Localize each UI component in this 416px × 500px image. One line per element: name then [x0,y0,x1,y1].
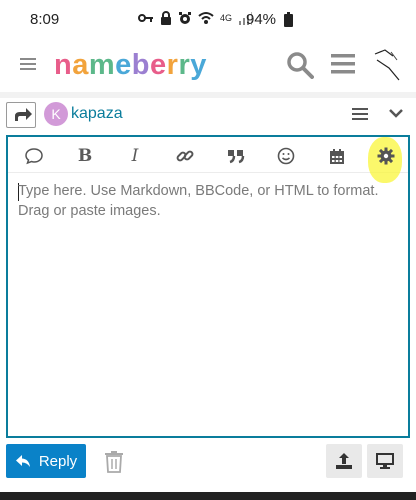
toggle-preview-button[interactable] [367,444,403,478]
hamburger-menu-icon[interactable] [20,57,36,71]
upload-icon [336,453,352,469]
quote-icon[interactable] [24,146,44,166]
calendar-icon[interactable] [327,146,347,166]
chevron-down-icon[interactable] [389,108,403,118]
status-bar: 8:09 4G 94% [0,0,416,40]
battery-icon [284,12,293,27]
composer-placeholder[interactable]: Type here. Use Markdown, BBCode, or HTML… [18,181,402,221]
logo-letter: r [166,49,179,81]
gear-icon[interactable] [376,146,396,166]
logo-letter: r [178,49,191,81]
status-time: 8:09 [30,11,60,28]
link-icon[interactable] [175,146,195,166]
logo-letter: n [54,49,73,81]
reply-header: K kapaza [0,98,416,132]
reply-button-label: Reply [38,452,78,470]
trash-icon[interactable] [104,451,124,473]
share-arrow-icon [15,108,32,121]
status-icons: 4G [138,11,253,25]
editor-toolbar: B I [8,137,408,183]
logo-letter: b [131,49,151,81]
user-avatar: K [44,102,68,126]
system-nav-bar [0,492,416,500]
network-type: 4G [220,13,233,23]
reply-to-button[interactable] [6,102,36,128]
logo-letter: e [115,49,132,81]
emoji-icon[interactable] [276,146,296,166]
logo-letter: y [190,49,207,81]
lock-icon [161,11,171,25]
reply-username[interactable]: kapaza [71,105,123,123]
composer-editor[interactable]: B I Type here. Use Markdown, BBCode, or … [6,135,410,438]
blockquote-icon[interactable] [226,146,246,166]
reply-button[interactable]: Reply [6,444,86,478]
battery-percent: 94% [246,11,277,28]
desktop-icon [376,453,394,469]
alarm-icon [179,12,191,24]
nameberry-logo[interactable]: nameberry [54,49,207,82]
italic-icon[interactable]: I [125,146,145,166]
key-icon [138,14,153,22]
logo-letter: e [150,49,167,81]
bold-icon[interactable]: B [75,146,95,166]
site-header: nameberry [0,40,416,92]
logo-letter: a [72,49,89,81]
search-icon[interactable] [286,51,314,79]
user-avatar-icon[interactable] [371,46,403,82]
phone-screen: 8:09 4G 94% nameberry K kapaza B I Type … [0,0,416,500]
wifi-icon [198,12,214,24]
list-menu-icon[interactable] [352,106,368,122]
logo-letter: m [88,49,116,81]
reply-arrow-icon [15,455,30,467]
upload-button[interactable] [326,444,362,478]
menu-icon[interactable] [331,52,355,76]
